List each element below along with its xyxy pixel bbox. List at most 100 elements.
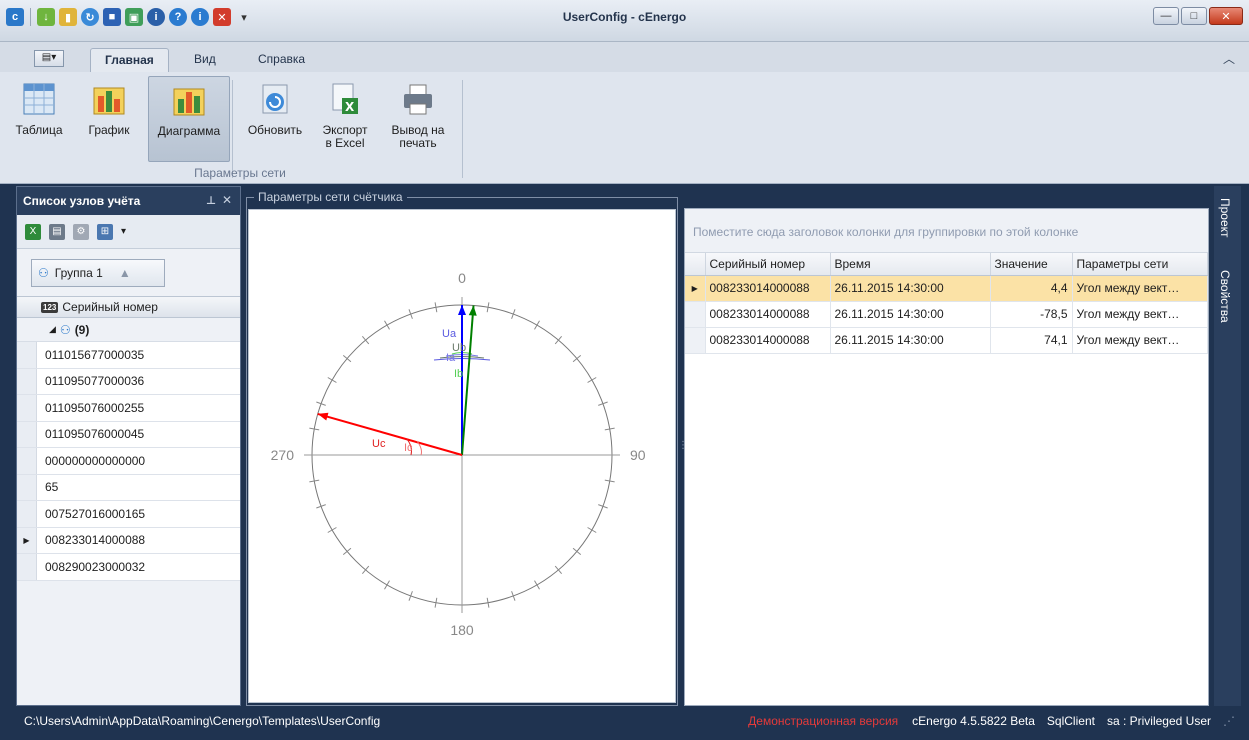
angle-tick	[587, 527, 597, 533]
table-row[interactable]: 008233014000088 26.11.2015 14:30:00 -78,…	[685, 301, 1208, 328]
svg-text:X: X	[345, 100, 355, 114]
dock-tab-properties[interactable]: Свойства	[1218, 270, 1232, 323]
cell-serial[interactable]: 008233014000088	[705, 275, 831, 302]
column-time[interactable]: Время	[830, 253, 991, 276]
settings-icon[interactable]: ⚙	[73, 223, 89, 240]
maximize-button[interactable]: □	[1181, 7, 1207, 25]
print-icon[interactable]: ▤	[49, 223, 65, 240]
vector-diagram: 0 90 180 270 Ua Ub Ia Ib Uc Ic	[248, 209, 676, 703]
cell-params[interactable]: Угол между вект…	[1072, 275, 1208, 302]
group-chip-label: Группа 1	[54, 266, 103, 280]
toolbar-dropdown-icon[interactable]: ▾	[121, 226, 126, 237]
angle-tick	[587, 377, 597, 383]
tab-view[interactable]: Вид	[180, 48, 230, 72]
vector-diagram-svg: 090180270UaUbIaIbUc Ic	[271, 270, 646, 638]
column-value[interactable]: Значение	[990, 253, 1073, 276]
refresh-button[interactable]: Обновить	[236, 76, 314, 162]
tab-help[interactable]: Справка	[244, 48, 319, 72]
close-button[interactable]: ✕	[1209, 7, 1243, 25]
right-dock: Проект Свойства	[1214, 186, 1241, 706]
vector-label: Ib	[454, 368, 463, 380]
refresh-button-label: Обновить	[247, 123, 303, 137]
export-excel-button[interactable]: X Экспорт в Excel	[318, 76, 372, 162]
expand-icon[interactable]: ◢	[49, 324, 56, 335]
angle-tick	[534, 580, 540, 590]
cell-params[interactable]: Угол между вект…	[1072, 301, 1208, 328]
ribbon-separator	[232, 80, 233, 178]
cell-time[interactable]: 26.11.2015 14:30:00	[830, 301, 991, 328]
vector-uc	[317, 412, 463, 456]
list-item[interactable]: 000000000000000	[17, 448, 240, 475]
frame-title: Параметры сети счётчика	[254, 190, 407, 204]
serial-number: 000000000000000	[45, 453, 146, 468]
group-by-chip[interactable]: ⚇ Группа 1 ▲	[31, 259, 165, 287]
cell-serial[interactable]: 008233014000088	[705, 327, 831, 354]
tab-home[interactable]: Главная	[90, 48, 169, 72]
cell-params[interactable]: Угол между вект…	[1072, 327, 1208, 354]
cell-time[interactable]: 26.11.2015 14:30:00	[830, 275, 991, 302]
table-row[interactable]: ▶ 008233014000088 26.11.2015 14:30:00 4,…	[685, 275, 1208, 302]
cell-time[interactable]: 26.11.2015 14:30:00	[830, 327, 991, 354]
close-icon[interactable]: ✕	[222, 193, 232, 207]
angle-label: 270	[271, 447, 295, 463]
minimize-button[interactable]: —	[1153, 7, 1179, 25]
diagram-button-label: Диаграмма	[157, 124, 221, 138]
excel-export-icon: X	[328, 82, 362, 116]
table-button[interactable]: Таблица	[2, 76, 76, 162]
column-params[interactable]: Параметры сети	[1072, 253, 1208, 276]
ribbon-group-end	[462, 80, 463, 178]
column-serial[interactable]: Серийный номер	[705, 253, 831, 276]
panel-title: Список узлов учёта	[23, 194, 141, 208]
list-item[interactable]: 011095076000255	[17, 395, 240, 422]
print-line2: печать	[399, 136, 437, 150]
serial-number: 65	[45, 480, 59, 495]
network-params-frame: Параметры сети счётчика 0 90 180 270 Ua Ub Ia I…	[246, 186, 678, 706]
cell-value[interactable]: -78,5	[990, 301, 1073, 328]
vector-label: Uc	[372, 438, 386, 450]
row-indicator	[685, 301, 706, 328]
diagram-button[interactable]: Диаграмма	[148, 76, 230, 162]
cell-serial[interactable]: 008233014000088	[705, 301, 831, 328]
serial-list: 011015677000035 011095077000036 01109507…	[17, 342, 240, 581]
group-panel-hint: Поместите сюда заголовок колонки для гру…	[685, 209, 1208, 253]
row-indicator-icon: ▶	[685, 275, 706, 302]
list-item[interactable]: 008290023000032	[17, 554, 240, 581]
ribbon-collapse-icon[interactable]: ︿	[1223, 50, 1235, 67]
vector-ub	[461, 305, 475, 456]
list-item-selected[interactable]: ▶ 008233014000088	[17, 527, 240, 554]
vector-label: Ua	[442, 328, 457, 340]
resize-grip-icon[interactable]: ⋰	[1223, 714, 1235, 728]
table-row[interactable]: 008233014000088 26.11.2015 14:30:00 74,1…	[685, 327, 1208, 354]
tree-view-icon[interactable]: ⊞	[97, 223, 113, 240]
pin-icon[interactable]: ⊥	[206, 194, 216, 207]
window-title: UserConfig - cEnergo	[562, 10, 687, 24]
ribbon-group-caption: Параметры сети	[194, 166, 286, 180]
header-indicator	[685, 253, 706, 276]
list-item[interactable]: 65	[17, 474, 240, 501]
angle-tick	[554, 565, 563, 575]
app-menu-button[interactable]: ▤▾	[34, 50, 64, 67]
list-item[interactable]: 011095076000045	[17, 421, 240, 448]
sort-asc-icon[interactable]: ▲	[119, 266, 131, 280]
panel-header: Список узлов учёта ⊥ ✕	[17, 187, 240, 215]
status-version: cEnergo 4.5.5822 Beta	[912, 714, 1035, 728]
vector-arrowhead	[458, 305, 466, 315]
graph-button[interactable]: График	[76, 76, 142, 162]
column-header-serial[interactable]: 123 Серийный номер	[17, 296, 240, 318]
list-item[interactable]: 011095077000036	[17, 368, 240, 395]
column-header-label: Серийный номер	[62, 300, 158, 314]
row-indicator	[685, 327, 706, 354]
cell-value[interactable]: 4,4	[990, 275, 1073, 302]
dock-tab-project[interactable]: Проект	[1218, 198, 1232, 238]
angle-tick	[384, 580, 390, 590]
group-row[interactable]: ◢ ⚇ (9)	[17, 318, 240, 342]
serial-number: 011015677000035	[45, 347, 145, 362]
graph-button-label: График	[88, 123, 130, 137]
excel-icon[interactable]: X	[25, 223, 41, 240]
metering-nodes-panel: Список узлов учёта ⊥ ✕ X ▤ ⚙ ⊞ ▾ ⚇ Групп…	[16, 186, 241, 706]
print-button[interactable]: Вывод на печать	[386, 76, 450, 162]
cell-value[interactable]: 74,1	[990, 327, 1073, 354]
bar-chart-icon	[92, 82, 126, 116]
list-item[interactable]: 007527016000165	[17, 501, 240, 528]
list-item[interactable]: 011015677000035	[17, 342, 240, 369]
